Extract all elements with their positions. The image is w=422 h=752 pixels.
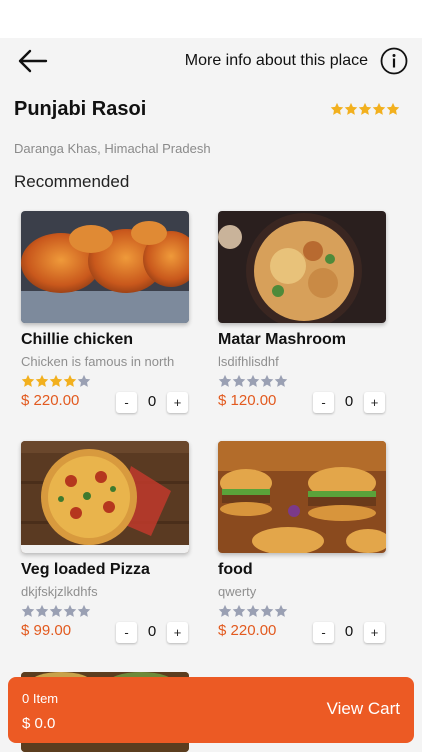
info-button[interactable] [380, 47, 408, 75]
item-title: Matar Mashroom [218, 331, 347, 348]
restaurant-rating [330, 102, 400, 116]
star-icon [246, 374, 260, 387]
star-icon [260, 374, 274, 387]
pizza-image [21, 441, 189, 553]
increase-button[interactable]: + [364, 392, 385, 413]
cart-item-count: 0 Item [22, 691, 59, 706]
status-bar-area [0, 0, 422, 38]
star-icon [274, 374, 288, 387]
decrease-button[interactable]: - [116, 392, 137, 413]
star-icon [49, 374, 63, 387]
view-cart-button[interactable]: View Cart [327, 699, 400, 719]
item-quantity: 0 [147, 623, 157, 640]
star-icon [386, 102, 400, 115]
star-icon [330, 102, 344, 115]
back-button[interactable] [16, 48, 48, 74]
increase-button[interactable]: + [364, 622, 385, 643]
arrow-left-icon [18, 49, 48, 73]
star-icon [358, 102, 372, 115]
item-price: $ 99.00 [21, 622, 72, 639]
star-icon [260, 604, 274, 617]
header: More info about this place [0, 38, 422, 88]
restaurant-location: Daranga Khas, Himachal Pradesh [14, 141, 211, 156]
item-title: Veg loaded Pizza [21, 561, 150, 578]
star-icon [35, 374, 49, 387]
item-description: dkjfskjzlkdhfs [21, 584, 98, 599]
star-icon [77, 604, 91, 617]
info-circle-icon [380, 47, 408, 75]
increase-button[interactable]: + [167, 392, 188, 413]
star-icon [63, 374, 77, 387]
menu-item-card[interactable]: food qwerty $ 220.00 - 0 + [218, 441, 388, 651]
more-info-link[interactable]: More info about this place [185, 52, 368, 70]
item-quantity: 0 [147, 393, 157, 410]
menu-item-card[interactable]: Chillie chicken Chicken is famous in nor… [21, 211, 191, 421]
biryani-image [218, 211, 386, 323]
item-price: $ 220.00 [21, 392, 80, 409]
star-icon [49, 604, 63, 617]
cart-total: $ 0.0 [22, 715, 56, 732]
increase-button[interactable]: + [167, 622, 188, 643]
item-rating [218, 604, 288, 618]
star-icon [218, 374, 232, 387]
item-description: lsdifhlisdhf [218, 354, 279, 369]
star-icon [63, 604, 77, 617]
star-icon [344, 102, 358, 115]
star-icon [35, 604, 49, 617]
item-title: Chillie chicken [21, 331, 134, 348]
decrease-button[interactable]: - [116, 622, 137, 643]
star-icon [232, 604, 246, 617]
star-icon [77, 374, 91, 387]
chicken-image [21, 211, 189, 323]
menu-item-card[interactable]: Veg loaded Pizza dkjfskjzlkdhfs $ 99.00 … [21, 441, 191, 651]
item-title: food [218, 561, 253, 578]
item-price: $ 120.00 [218, 392, 277, 409]
section-title: Recommended [14, 172, 130, 191]
star-icon [21, 604, 35, 617]
item-quantity: 0 [344, 623, 354, 640]
burger-image [218, 441, 386, 553]
decrease-button[interactable]: - [313, 622, 334, 643]
star-icon [232, 374, 246, 387]
menu-item-card[interactable]: Matar Mashroom lsdifhlisdhf $ 120.00 - 0… [218, 211, 388, 421]
item-rating [218, 374, 288, 388]
restaurant-name: Punjabi Rasoi [14, 98, 147, 120]
item-rating [21, 604, 91, 618]
star-icon [246, 604, 260, 617]
star-icon [21, 374, 35, 387]
item-description: Chicken is famous in north [21, 354, 175, 369]
star-icon [218, 604, 232, 617]
decrease-button[interactable]: - [313, 392, 334, 413]
view-cart-bar[interactable]: 0 Item $ 0.0 View Cart [8, 677, 414, 743]
star-icon [274, 604, 288, 617]
item-price: $ 220.00 [218, 622, 277, 639]
item-description: qwerty [218, 584, 257, 599]
star-icon [372, 102, 386, 115]
item-quantity: 0 [344, 393, 354, 410]
item-rating [21, 374, 91, 388]
